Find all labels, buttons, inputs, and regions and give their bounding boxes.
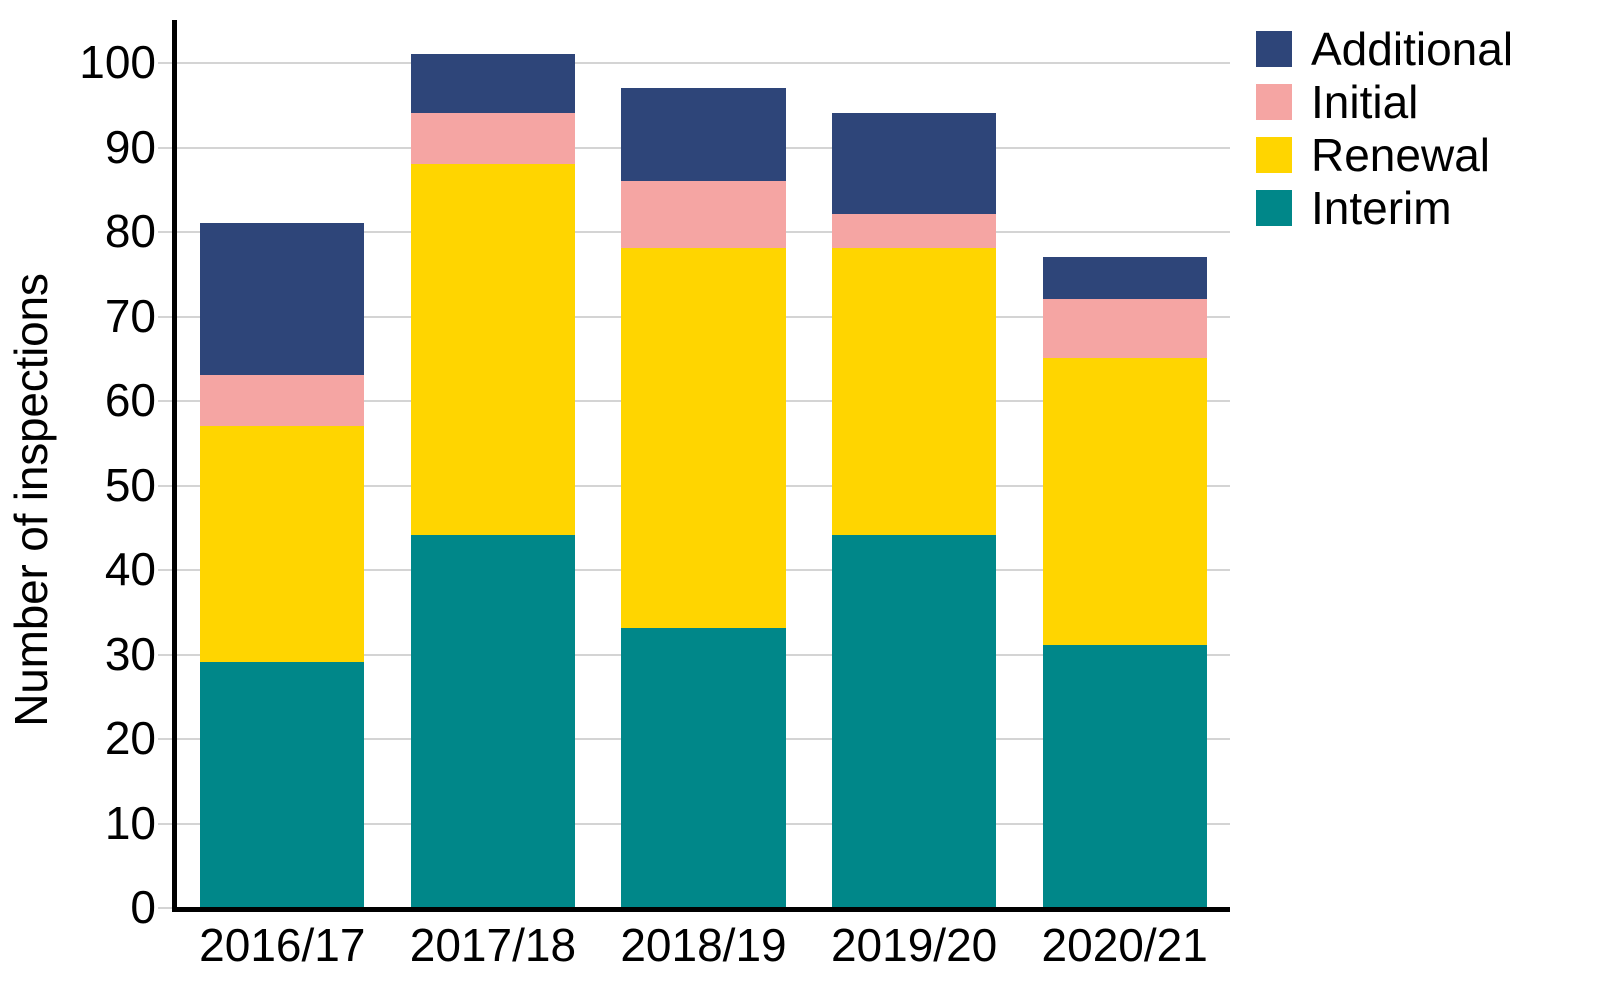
y-tick-mark xyxy=(158,231,172,234)
x-tick-label: 2020/21 xyxy=(1041,919,1208,971)
bar-segment-initial[interactable] xyxy=(200,374,365,426)
y-tick-label: 50 xyxy=(104,458,156,511)
bar-segment-renewal[interactable] xyxy=(831,248,997,536)
x-tick-label: 2017/18 xyxy=(409,919,577,971)
y-tick-mark xyxy=(158,400,172,403)
legend-item[interactable]: Interim xyxy=(1256,182,1513,234)
y-tick-mark xyxy=(158,907,172,909)
legend-swatch-icon xyxy=(1256,31,1292,67)
y-tick-mark xyxy=(158,822,172,825)
legend-label: Interim xyxy=(1311,182,1452,234)
legend-label: Renewal xyxy=(1311,129,1490,181)
bar-segment-initial[interactable] xyxy=(621,180,786,249)
bar-segment-initial[interactable] xyxy=(1042,298,1207,358)
y-tick-label: 90 xyxy=(104,120,156,173)
bar-segment-renewal[interactable] xyxy=(200,425,365,663)
y-tick-label: 0 xyxy=(130,881,156,933)
bar-segment-interim[interactable] xyxy=(410,535,576,907)
bar-segment-renewal[interactable] xyxy=(621,248,786,629)
bar-segment-renewal[interactable] xyxy=(410,163,576,536)
bar-segment-additional[interactable] xyxy=(410,53,576,113)
y-tick-label: 60 xyxy=(104,374,156,427)
bar-segment-additional[interactable] xyxy=(200,222,365,375)
y-tick-label: 30 xyxy=(104,627,156,680)
legend-swatch-icon xyxy=(1256,190,1292,226)
bar-segment-initial[interactable] xyxy=(831,214,997,249)
stacked-bar-chart-figure: Number of inspections 0 10 20 30 40 50 60 70 80 9… xyxy=(0,0,1599,1000)
y-tick-mark xyxy=(158,315,172,318)
legend-swatch-icon xyxy=(1256,84,1292,120)
legend-item[interactable]: Renewal xyxy=(1256,129,1513,181)
legend-item[interactable]: Initial xyxy=(1256,76,1513,128)
legend-item[interactable]: Additional xyxy=(1256,23,1514,75)
legend-label: Additional xyxy=(1311,23,1514,75)
bar-segment-initial[interactable] xyxy=(410,112,576,164)
y-tick-label: 10 xyxy=(104,796,156,849)
y-tick-mark xyxy=(158,62,172,65)
bar-segment-additional[interactable] xyxy=(621,87,786,181)
x-axis-line xyxy=(172,907,1230,912)
legend-swatch-icon xyxy=(1256,137,1292,173)
y-tick-mark xyxy=(158,738,172,741)
x-tick-label: 2018/19 xyxy=(620,919,787,971)
bar-group[interactable] xyxy=(621,20,786,907)
bars-layer xyxy=(177,20,1230,907)
y-tick-mark xyxy=(158,569,172,572)
y-tick-mark xyxy=(158,653,172,656)
bar-group[interactable] xyxy=(831,20,997,907)
legend: Additional Initial Renewal Interim xyxy=(1256,23,1514,234)
x-tick-label: 2019/20 xyxy=(830,919,998,971)
y-tick-label: 40 xyxy=(104,543,156,596)
bar-group[interactable] xyxy=(1042,20,1207,907)
bar-segment-interim[interactable] xyxy=(831,535,997,907)
bar-segment-renewal[interactable] xyxy=(1042,357,1207,646)
bar-segment-interim[interactable] xyxy=(200,662,365,907)
y-tick-label: 100 xyxy=(79,36,156,89)
bar-segment-additional[interactable] xyxy=(1042,256,1207,299)
y-tick-label: 80 xyxy=(104,205,156,258)
y-tick-mark xyxy=(158,484,172,487)
bar-segment-interim[interactable] xyxy=(621,628,786,907)
x-tick-label: 2016/17 xyxy=(199,919,366,971)
plot-area: 0 10 20 30 40 50 60 70 80 90 100 2016/17 2017/18 201… xyxy=(79,20,1230,971)
bar-segment-interim[interactable] xyxy=(1042,645,1207,907)
bar-group[interactable] xyxy=(410,20,576,907)
bar-segment-additional[interactable] xyxy=(831,112,997,215)
bar-group[interactable] xyxy=(200,20,365,907)
y-tick-mark xyxy=(158,146,172,149)
y-tick-label: 70 xyxy=(104,289,156,342)
y-tick-label: 20 xyxy=(104,712,156,765)
legend-label: Initial xyxy=(1311,76,1419,128)
